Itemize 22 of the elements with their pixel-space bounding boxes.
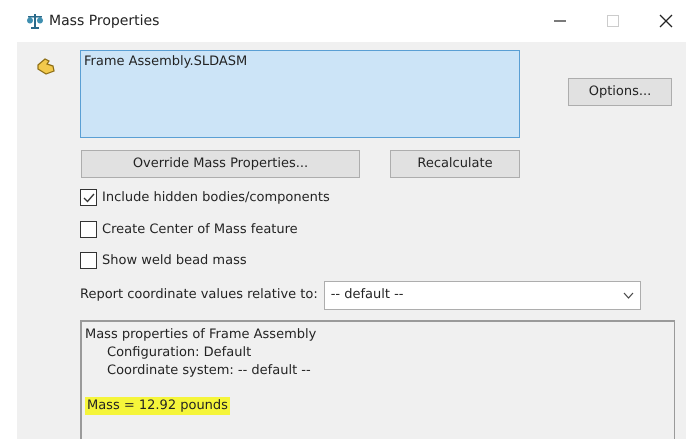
window-title: Mass Properties — [49, 12, 160, 30]
chevron-down-icon — [622, 292, 634, 298]
result-line: Mass properties of Frame Assembly — [85, 326, 316, 344]
result-line: Coordinate system: -- default -- — [107, 362, 311, 380]
checkbox[interactable] — [80, 252, 97, 270]
coordinate-dropdown[interactable]: -- default -- — [324, 280, 641, 310]
options-button[interactable]: Options... — [568, 78, 672, 106]
checkbox[interactable] — [80, 220, 97, 238]
dropdown-value: -- default -- — [330, 286, 404, 304]
result-line: Configuration: Default — [107, 344, 252, 362]
coordinate-label: Report coordinate values relative to: — [80, 286, 318, 304]
close-icon[interactable] — [659, 14, 673, 28]
assembly-icon — [35, 56, 57, 76]
checkbox-label: Show weld bead mass — [102, 252, 247, 270]
selection-box[interactable]: Frame Assembly.SLDASM — [80, 50, 520, 138]
recalculate-button[interactable]: Recalculate — [390, 150, 520, 178]
balance-icon — [26, 12, 44, 30]
selection-item[interactable]: Frame Assembly.SLDASM — [84, 52, 516, 72]
checkbox-label: Create Center of Mass feature — [102, 220, 298, 238]
checkbox[interactable] — [80, 189, 97, 206]
checkbox-label: Include hidden bodies/components — [102, 189, 330, 207]
override-mass-button[interactable]: Override Mass Properties... — [81, 150, 360, 178]
